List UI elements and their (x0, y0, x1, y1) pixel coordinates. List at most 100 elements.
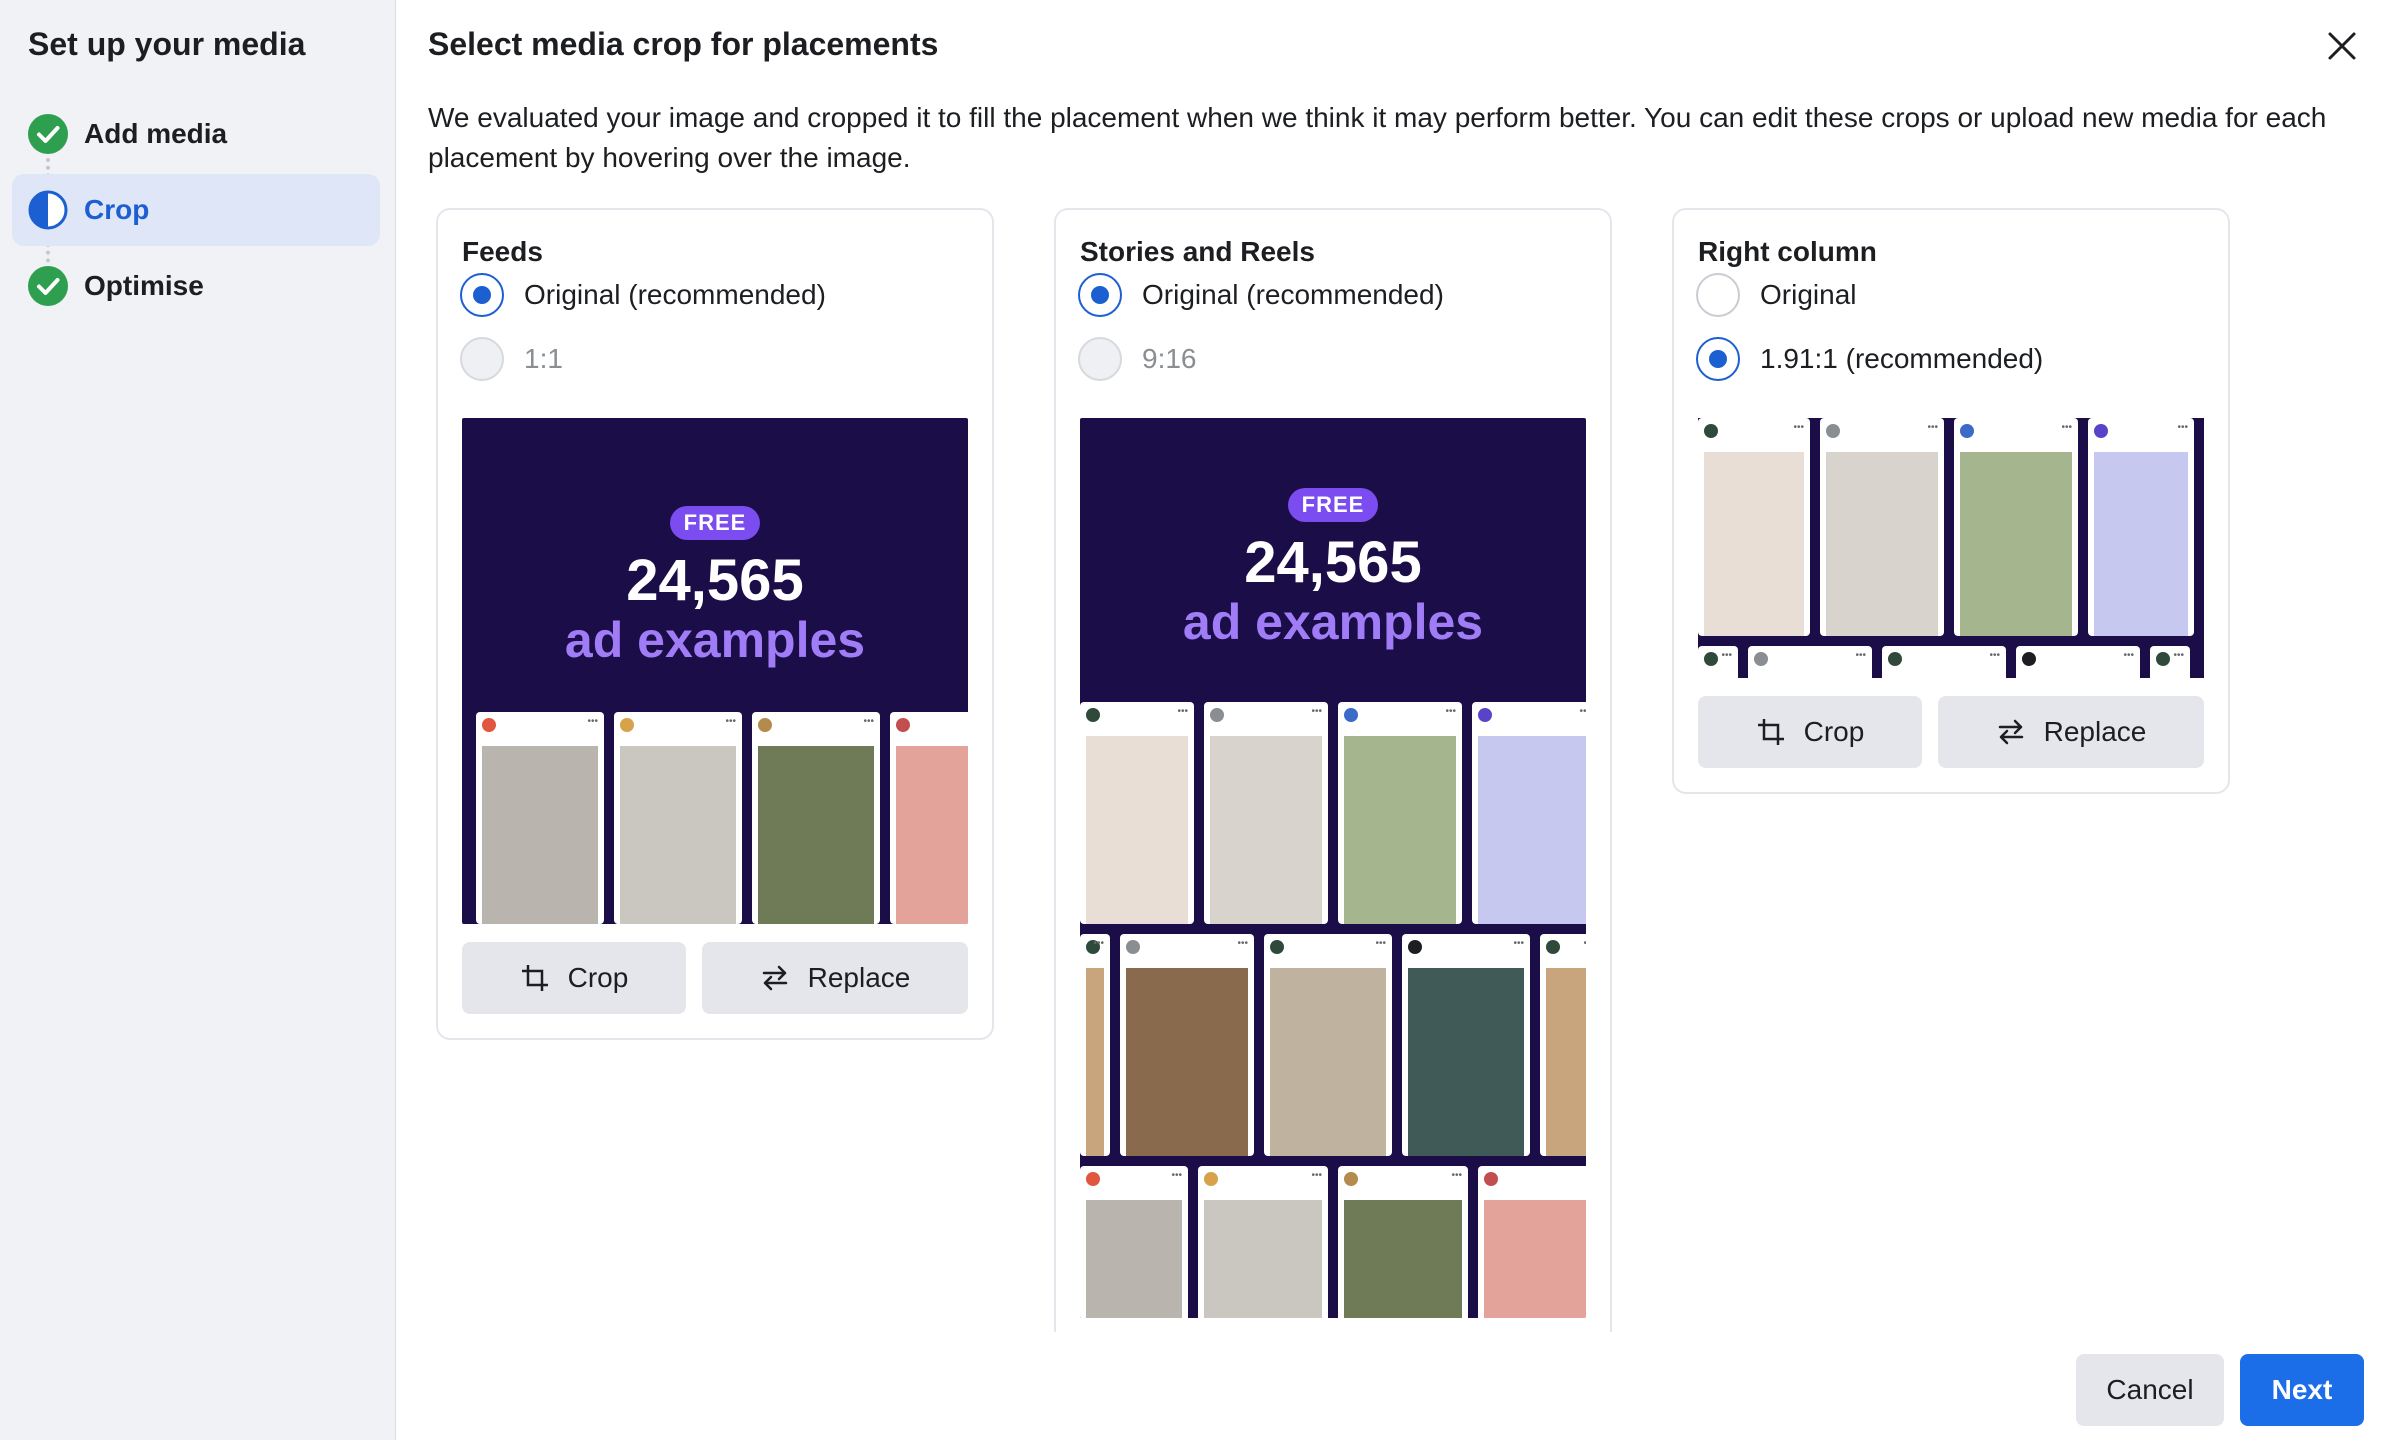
swap-arrows-icon (1998, 719, 2023, 745)
radio-option-original[interactable]: Original (recommended) (460, 270, 826, 320)
crop-icon (521, 965, 548, 991)
cancel-label: Cancel (2106, 1374, 2194, 1405)
brand-avatar (2156, 652, 2170, 666)
ad-thumb: ••• (1264, 934, 1392, 1156)
brand-avatar (620, 718, 634, 732)
step-crop[interactable]: Crop (12, 174, 380, 246)
cancel-button[interactable]: Cancel (2076, 1354, 2224, 1426)
brand-avatar (1704, 424, 1718, 438)
ad-thumb: ••• (1698, 418, 1810, 636)
card-title: Right column (1698, 236, 1877, 267)
swap-arrows-icon (762, 965, 787, 991)
thumb-image (620, 746, 736, 924)
more-icon: ••• (863, 716, 874, 727)
thumb-header: ••• (1478, 1166, 1586, 1200)
ad-thumb: ••• (752, 712, 880, 924)
next-button[interactable]: Next (2240, 1354, 2364, 1426)
page-title: Select media crop for placements (428, 26, 939, 62)
brand-avatar (1754, 652, 1768, 666)
radio-label: Original (recommended) (1142, 279, 1444, 310)
radio-option-1-1[interactable]: 1:1 (460, 334, 563, 384)
thumb-header: ••• (1338, 1166, 1468, 1200)
card-title: Stories and Reels (1080, 236, 1315, 267)
more-icon: ••• (2173, 650, 2184, 661)
thumb-image (896, 746, 968, 924)
ad-thumb: ••• (1748, 646, 1872, 678)
thumb-row: ••• ••• ••• ••• ••• (1698, 646, 2190, 678)
radio-option-original[interactable]: Original (recommended) (1078, 270, 1444, 320)
thumb-image (1960, 452, 2072, 636)
replace-button[interactable]: Replace (1938, 696, 2204, 768)
more-icon: ••• (1177, 706, 1188, 717)
radio-option-original[interactable]: Original (1696, 270, 1856, 320)
radio-label: Original (1760, 279, 1857, 310)
thumb-image (1204, 1200, 1322, 1318)
ad-thumb: ••• (1080, 934, 1110, 1156)
brand-avatar (1546, 940, 1560, 954)
step-optimise[interactable]: Optimise (12, 250, 380, 322)
thumb-image (482, 746, 598, 924)
radio-option-9-16[interactable]: 9:16 (1078, 334, 1197, 384)
radio-option-1-91-1[interactable]: 1.91:1 (recommended) (1696, 334, 2043, 384)
ad-thumb: ••• (2016, 646, 2140, 678)
more-icon: ••• (1311, 706, 1322, 717)
more-icon: ••• (587, 716, 598, 727)
free-badge: FREE (669, 506, 761, 540)
step-add-media[interactable]: Add media (12, 98, 380, 170)
brand-avatar (758, 718, 772, 732)
radio-button[interactable] (1696, 337, 1740, 381)
brand-avatar (1126, 940, 1140, 954)
thumb-header: ••• (1402, 934, 1530, 968)
brand-avatar (1704, 652, 1718, 666)
thumb-image (1408, 968, 1524, 1156)
sidebar-title: Set up your media (28, 26, 306, 62)
thumb-header: ••• (1120, 934, 1254, 968)
placement-card-stories-reels: Stories and Reels Original (recommended)… (1054, 208, 1612, 1332)
crop-button[interactable]: Crop (462, 942, 686, 1014)
crop-button[interactable]: Crop (1698, 696, 1922, 768)
media-preview-feeds[interactable]: FREE 24,565 ad examples ••• ••• ••• ••• (462, 418, 968, 924)
thumb-header: ••• (476, 712, 604, 746)
brand-avatar (482, 718, 496, 732)
more-icon: ••• (1855, 650, 1866, 661)
brand-avatar (2022, 652, 2036, 666)
thumb-image (1126, 968, 1248, 1156)
radio-button[interactable] (1078, 273, 1122, 317)
replace-button[interactable]: Replace (702, 942, 968, 1014)
more-icon: ••• (1093, 938, 1104, 949)
thumb-header: ••• (1540, 934, 1586, 968)
ad-thumb: ••• (1204, 702, 1328, 924)
thumb-row: ••• ••• ••• ••• (1698, 418, 2194, 636)
placement-card-feeds: Feeds Original (recommended) 1:1 FREE 24… (436, 208, 994, 1040)
radio-button[interactable] (460, 337, 504, 381)
more-icon: ••• (2123, 650, 2134, 661)
ad-thumb: ••• (1080, 702, 1194, 924)
thumb-header: ••• (752, 712, 880, 746)
close-button[interactable] (2316, 20, 2368, 72)
replace-label: Replace (807, 962, 911, 993)
step-label: Add media (84, 118, 228, 149)
thumb-header: ••• (1204, 702, 1328, 736)
brand-avatar (1344, 1172, 1358, 1186)
media-preview-stories[interactable]: FREE 24,565 ad examples ••• ••• ••• • •• … (1080, 418, 1586, 1318)
more-icon: ••• (1451, 1170, 1462, 1181)
thumb-image (1344, 736, 1456, 924)
crop-label: Crop (567, 962, 629, 993)
thumb-header: ••• (2150, 646, 2190, 678)
promo-text: FREE 24,565 ad examples (1080, 488, 1586, 650)
next-label: Next (2271, 1374, 2333, 1405)
more-icon: ••• (1513, 938, 1524, 949)
promo-tagline: ad examples (1182, 594, 1484, 650)
thumb-row: ••• ••• ••• ••• ••• (1080, 934, 1586, 1156)
promo-tagline: ad examples (564, 612, 866, 668)
thumb-header: ••• (1080, 702, 1194, 736)
thumb-image (2094, 452, 2188, 636)
radio-button[interactable] (1078, 337, 1122, 381)
ad-thumb: ••• (476, 712, 604, 924)
half-circle-icon (28, 190, 68, 230)
radio-button[interactable] (460, 273, 504, 317)
media-preview-right-column[interactable]: ••• ••• ••• ••• ••• ••• ••• ••• ••• (1698, 418, 2204, 678)
ad-thumb: ••• (1954, 418, 2078, 636)
radio-button[interactable] (1696, 273, 1740, 317)
ad-thumb: ••• (1820, 418, 1944, 636)
